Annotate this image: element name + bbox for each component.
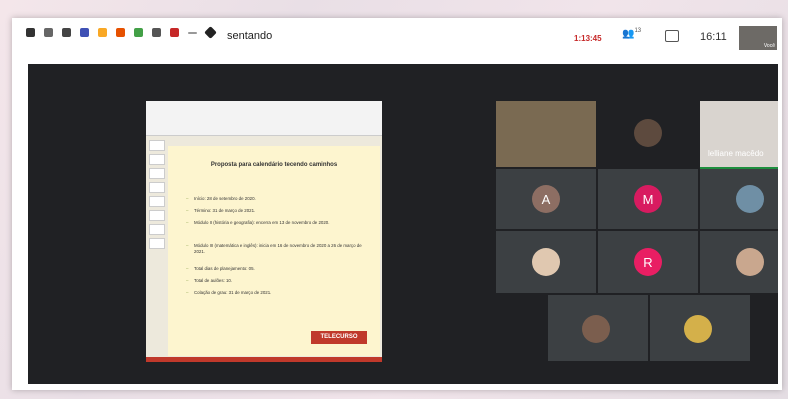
shared-screen: Proposta para calendário tecendo caminho… xyxy=(146,101,382,362)
slide-bullet: Total de aulões: 10. xyxy=(186,278,364,284)
participant-video-tile[interactable]: lelliane macêdo xyxy=(700,101,778,169)
telecurso-logo: TELECURSO xyxy=(311,331,367,344)
presenting-label: sentando xyxy=(227,30,273,42)
participant-photo xyxy=(532,248,560,276)
participant-video-tile[interactable] xyxy=(496,101,596,167)
participant-tile[interactable] xyxy=(700,169,778,229)
screen-frame: sentando 1:13:45 👥13 16:11 Você Proposta… xyxy=(12,18,782,390)
participant-tile[interactable] xyxy=(548,295,648,361)
slide-title: Proposta para calendário tecendo caminho… xyxy=(210,162,338,168)
participants-count-value: 13 xyxy=(634,28,642,34)
slide-thumbnails xyxy=(147,137,165,357)
slide-bullet: Módulo III (matemática e inglês): inicia… xyxy=(186,243,364,254)
extension-icon[interactable] xyxy=(80,28,89,37)
participant-photo xyxy=(736,248,764,276)
record-icon[interactable] xyxy=(26,28,35,37)
audio-icon[interactable] xyxy=(62,28,71,37)
chat-extension-icon[interactable] xyxy=(134,28,143,37)
slide-canvas: Proposta para calendário tecendo caminho… xyxy=(168,146,380,356)
slide-bullet: Término: 31 de março de 2021. xyxy=(186,208,364,214)
participant-tile[interactable] xyxy=(598,101,698,167)
participant-photo xyxy=(634,119,662,147)
eye-icon[interactable] xyxy=(44,28,53,37)
participant-tile[interactable]: R xyxy=(598,231,698,293)
gift-icon[interactable] xyxy=(116,28,125,37)
slide-bullet: Total dias de planejamento: 05. xyxy=(186,266,364,272)
meeting-area: Proposta para calendário tecendo caminho… xyxy=(28,64,778,384)
slide-bullet: Colação de grau: 31 de março de 2021. xyxy=(186,290,364,296)
participant-tile[interactable]: M xyxy=(598,169,698,229)
slide-bullet: Módulo II (história e geografia): encerr… xyxy=(186,220,364,226)
participant-avatar: M xyxy=(634,185,662,213)
clock: 16:11 xyxy=(700,31,727,43)
participant-name: lelliane macêdo xyxy=(708,149,764,158)
slide-bullet: Início: 28 de setembro de 2020. xyxy=(186,196,364,202)
participant-photo xyxy=(582,315,610,343)
participant-avatar: A xyxy=(532,185,560,213)
shield-icon[interactable] xyxy=(152,28,161,37)
participant-tile[interactable]: A xyxy=(496,169,596,229)
participants-count[interactable]: 👥13 xyxy=(622,28,641,39)
participant-photo xyxy=(736,185,764,213)
self-camera-tile[interactable]: Você xyxy=(739,26,777,50)
participant-photo xyxy=(684,315,712,343)
top-bar: sentando 1:13:45 👥13 16:11 Você xyxy=(12,18,782,58)
minimize-icon[interactable] xyxy=(188,31,197,34)
participant-tile[interactable] xyxy=(496,231,596,293)
participant-avatar: R xyxy=(634,248,662,276)
participant-tile[interactable] xyxy=(700,231,778,293)
browser-extension-icons xyxy=(26,26,217,39)
status-bar xyxy=(146,357,382,362)
powerpoint-ribbon xyxy=(146,101,382,136)
self-label: Você xyxy=(763,43,775,49)
chat-icon[interactable] xyxy=(665,30,679,42)
red-extension-icon[interactable] xyxy=(170,28,179,37)
call-timer: 1:13:45 xyxy=(574,34,602,43)
participant-tile[interactable] xyxy=(650,295,750,361)
move-icon[interactable] xyxy=(204,26,217,39)
emoji-icon[interactable] xyxy=(98,28,107,37)
